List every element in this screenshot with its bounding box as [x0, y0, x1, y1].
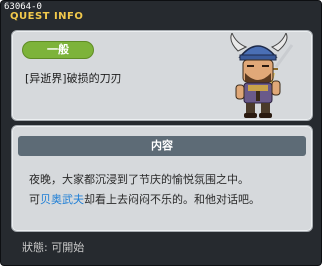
npc-portrait-icon: [230, 33, 294, 118]
description-line-2-prefix: 可: [29, 193, 40, 206]
quest-status: 狀態: 可開始: [22, 241, 85, 254]
description-line-1: 夜晚，大家都沉浸到了节庆的愉悦氛围之中。: [29, 173, 249, 186]
description-line-2-suffix: 却看上去闷闷不乐的。和他对话吧。: [84, 193, 260, 206]
window-title: QUEST INFO: [10, 11, 84, 22]
quest-description: 夜晚，大家都沉浸到了节庆的愉悦氛围之中。 可贝奥武夫却看上去闷闷不乐的。和他对话…: [29, 170, 305, 210]
content-section-header: 内容: [18, 136, 306, 156]
quest-summary-panel: 一般 [异逝界]破损的刀刃: [11, 30, 313, 121]
quest-category-badge: 一般: [22, 41, 94, 59]
quest-info-window: 63064-0 QUEST INFO 一般 [异逝界]破损的刀刃 内容 夜晚，大…: [0, 0, 322, 266]
quest-content-panel: 内容 夜晚，大家都沉浸到了节庆的愉悦氛围之中。 可贝奥武夫却看上去闷闷不乐的。和…: [11, 125, 313, 232]
quest-name: [异逝界]破损的刀刃: [25, 72, 122, 85]
npc-name-link[interactable]: 贝奥武夫: [40, 193, 84, 206]
description-line-2: 可贝奥武夫却看上去闷闷不乐的。和他对话吧。: [29, 190, 305, 210]
